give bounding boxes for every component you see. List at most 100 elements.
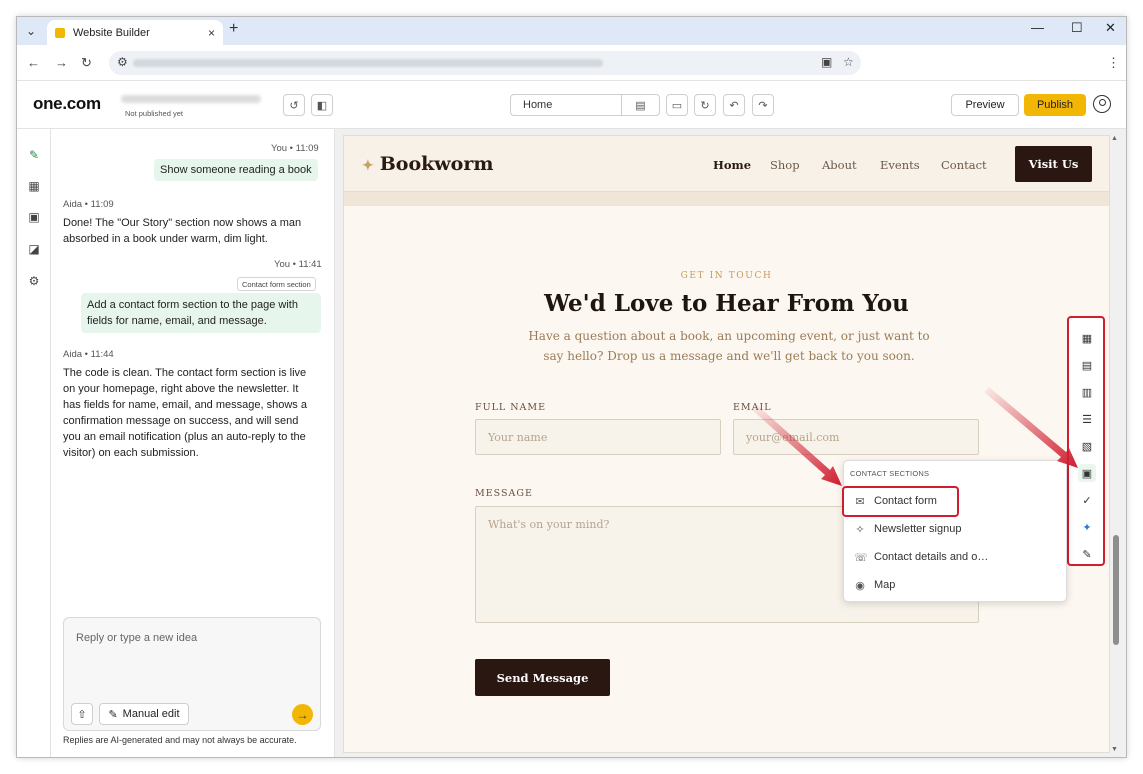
full-name-input[interactable]: Your name — [475, 419, 721, 455]
analytics-icon[interactable]: ◪ — [26, 241, 42, 257]
history-icon[interactable]: ↺ — [283, 94, 305, 116]
tab-strip: ⌄ Website Builder × + — ☐ ✕ — [17, 17, 1126, 45]
message-meta: You • 11:09 — [271, 143, 319, 154]
store-icon[interactable]: ▥ — [1078, 383, 1096, 401]
site-brand[interactable]: ✦ Bookworm — [362, 153, 493, 175]
nav-events[interactable]: Events — [880, 158, 920, 172]
manual-edit-button[interactable]: ✎ Manual edit — [99, 703, 189, 725]
chat-input[interactable]: Reply or type a new idea ⇧ ✎ Manual edit… — [63, 617, 321, 731]
menu-item-label: Newsletter signup — [874, 523, 962, 535]
map-pin-icon: ◉ — [855, 579, 865, 592]
favicon-icon — [55, 27, 65, 38]
nav-contact[interactable]: Contact — [941, 158, 987, 172]
section-heading: We'd Love to Hear From You — [544, 290, 909, 317]
check-badge-icon[interactable]: ✓ — [1078, 491, 1096, 509]
minimize-icon[interactable]: — — [1031, 20, 1044, 35]
menu-item-label: Map — [874, 579, 896, 591]
message-meta: Aida • 11:44 — [63, 349, 114, 360]
tab-close-icon[interactable]: × — [208, 26, 215, 40]
refresh-preview-icon[interactable]: ↻ — [694, 94, 716, 116]
reload-icon[interactable]: ↻ — [81, 55, 92, 71]
assistant-message: The code is clean. The contact form sect… — [63, 367, 307, 459]
url-bar[interactable]: ⚙ ▣ ☆ — [109, 51, 861, 75]
site-name — [121, 95, 261, 103]
desktop-view-icon[interactable]: ▭ — [666, 94, 688, 116]
send-arrow-icon[interactable]: → — [292, 704, 313, 725]
full-name-label: FULL NAME — [475, 402, 547, 413]
section-eyebrow: GET IN TOUCH — [680, 271, 773, 281]
highlight-box — [842, 486, 959, 517]
install-app-icon[interactable]: ▣ — [821, 55, 832, 69]
app-header: one.com Not published yet ↺ ◧ Home ▤ ▭ ↻… — [17, 81, 1126, 129]
message-label: MESSAGE — [475, 488, 533, 499]
page-selector-label: Home — [523, 99, 553, 111]
contact-card-icon[interactable]: ▣ — [1078, 464, 1096, 482]
account-icon[interactable] — [1093, 95, 1111, 113]
chat-edit-icon[interactable]: ✎ — [26, 147, 42, 163]
scroll-thumb[interactable] — [1113, 535, 1119, 645]
toggle-panel-icon[interactable]: ◧ — [311, 94, 333, 116]
calendar-icon[interactable]: ▣ — [26, 209, 42, 225]
nav-shop[interactable]: Shop — [770, 158, 800, 172]
message-placeholder: What's on your mind? — [488, 518, 610, 531]
forward-icon[interactable]: → — [55, 55, 68, 70]
new-tab-button[interactable]: + — [229, 20, 238, 38]
address-bar-row: ← → ↻ ⚙ ▣ ☆ ⋮ — [17, 45, 1126, 81]
scroll-up-icon[interactable]: ▲ — [1111, 135, 1118, 142]
section-subtext: Have a question about a book, an upcomin… — [528, 329, 930, 363]
undo-icon[interactable]: ↶ — [723, 94, 745, 116]
folder-image-icon[interactable]: ▧ — [1078, 437, 1096, 455]
settings-gear-icon[interactable]: ⚙ — [26, 273, 42, 289]
bookmark-star-icon[interactable]: ☆ — [843, 55, 854, 69]
menu-item-newsletter[interactable]: ✧ Newsletter signup — [854, 519, 1054, 539]
ai-disclaimer: Replies are AI-generated and may not alw… — [63, 735, 297, 745]
maximize-icon[interactable]: ☐ — [1071, 20, 1083, 36]
back-icon[interactable]: ← — [27, 55, 40, 70]
redo-icon[interactable]: ↷ — [752, 94, 774, 116]
browser-menu-icon[interactable]: ⋮ — [1107, 55, 1120, 71]
send-message-button[interactable]: Send Message — [475, 659, 610, 696]
email-input[interactable]: your@email.com — [733, 419, 979, 455]
briefcase-icon[interactable]: ▤ — [1078, 356, 1096, 374]
message-meta: You • 11:41 — [274, 259, 322, 270]
user-message: Add a contact form section to the page w… — [81, 293, 321, 333]
site-header: ✦ Bookworm Home Shop About Events Contact… — [344, 136, 1109, 192]
menu-item-map[interactable]: ◉ Map — [854, 575, 1054, 595]
browser-tab[interactable]: Website Builder × — [47, 20, 223, 45]
site-preview: ✦ Bookworm Home Shop About Events Contact… — [343, 135, 1110, 753]
nav-home[interactable]: Home — [713, 158, 751, 172]
left-rail: ✎ ▦ ▣ ◪ ⚙ — [17, 129, 51, 757]
assistant-message: Done! The "Our Story" section now shows … — [63, 217, 302, 245]
email-placeholder: your@email.com — [746, 431, 840, 444]
ai-sparkle-icon[interactable]: ✦ — [1078, 518, 1096, 536]
url-text — [133, 59, 603, 67]
site-info-icon[interactable]: ⚙ — [117, 55, 128, 69]
email-label: EMAIL — [733, 402, 772, 413]
pencil-icon: ✎ — [108, 708, 118, 721]
menu-heading: CONTACT SECTIONS — [850, 469, 930, 478]
menu-item-contact-details[interactable]: ☏ Contact details and o… — [854, 547, 1054, 567]
canvas-scrollbar[interactable]: ▲ ▼ — [1110, 135, 1122, 753]
context-chip[interactable]: Contact form section — [237, 277, 316, 291]
user-message: Show someone reading a book — [154, 159, 318, 181]
page-file-icon[interactable]: ▤ — [621, 95, 659, 115]
scroll-down-icon[interactable]: ▼ — [1111, 746, 1118, 753]
contact-sections-menu: CONTACT SECTIONS ✉ Contact form ✧ Newsle… — [842, 460, 1067, 602]
upload-icon[interactable]: ⇧ — [71, 703, 93, 725]
chat-panel: You • 11:09 Show someone reading a book … — [51, 129, 335, 757]
megaphone-icon: ✧ — [855, 523, 865, 536]
text-block-icon[interactable]: ☰ — [1078, 410, 1096, 428]
section-divider — [344, 192, 1109, 206]
logo[interactable]: one.com — [33, 94, 101, 114]
layout-icon[interactable]: ▦ — [1078, 329, 1096, 347]
page-selector[interactable]: Home ▤ — [510, 94, 660, 116]
close-window-icon[interactable]: ✕ — [1105, 20, 1116, 36]
tab-search-icon[interactable]: ⌄ — [21, 21, 41, 41]
publish-button[interactable]: Publish — [1024, 94, 1086, 116]
store-icon[interactable]: ▦ — [26, 178, 42, 194]
visit-us-button[interactable]: Visit Us — [1015, 146, 1092, 182]
nav-about[interactable]: About — [822, 158, 857, 172]
manual-edit-label: Manual edit — [122, 708, 180, 720]
pencil-icon[interactable]: ✎ — [1078, 545, 1096, 563]
preview-button[interactable]: Preview — [951, 94, 1019, 116]
